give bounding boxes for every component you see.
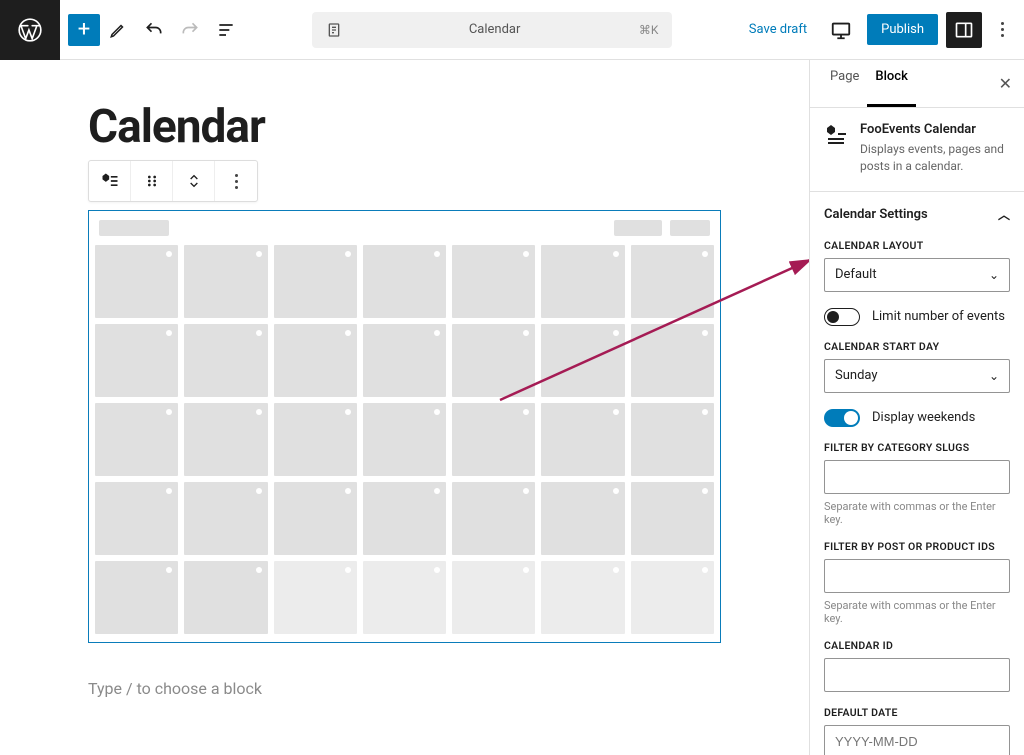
input-default-date[interactable] <box>824 725 1010 755</box>
select-layout[interactable]: Default ⌄ <box>824 258 1010 292</box>
calendar-cell <box>184 324 267 397</box>
cal-view-placeholder <box>670 220 710 236</box>
calendar-cell <box>184 245 267 318</box>
label-category-slugs: FILTER BY CATEGORY SLUGS <box>824 441 1010 454</box>
calendar-cell <box>95 403 178 476</box>
cal-view-placeholder <box>614 220 662 236</box>
label-weekends: Display weekends <box>872 410 975 425</box>
label-calendar-id: CALENDAR ID <box>824 639 1010 652</box>
document-title: Calendar <box>350 22 638 37</box>
help-text: Separate with commas or the Enter key. <box>824 500 1010 526</box>
calendar-cell <box>631 482 714 555</box>
calendar-cell <box>274 245 357 318</box>
block-description: Displays events, pages and posts in a ca… <box>860 141 1010 175</box>
label-post-ids: FILTER BY POST OR PRODUCT IDS <box>824 540 1010 553</box>
calendar-cell <box>541 403 624 476</box>
drag-handle-icon[interactable] <box>131 161 173 201</box>
calendar-cell <box>452 324 535 397</box>
input-calendar-id[interactable] <box>824 658 1010 692</box>
move-updown-icon[interactable] <box>173 161 215 201</box>
calendar-cell <box>452 245 535 318</box>
publish-button[interactable]: Publish <box>867 14 938 45</box>
calendar-cell <box>184 403 267 476</box>
select-start-day[interactable]: Sunday ⌄ <box>824 359 1010 393</box>
edit-tool-icon[interactable] <box>100 6 136 54</box>
close-sidebar-icon[interactable]: ✕ <box>999 74 1012 93</box>
label-start-day: CALENDAR START DAY <box>824 340 1010 353</box>
save-draft-button[interactable]: Save draft <box>741 14 815 45</box>
help-text: Separate with commas or the Enter key. <box>824 599 1010 625</box>
block-name: FooEvents Calendar <box>860 122 1010 137</box>
tab-block[interactable]: Block <box>867 60 915 107</box>
toggle-limit-events[interactable] <box>824 308 860 326</box>
redo-icon[interactable] <box>172 6 208 54</box>
toggle-weekends[interactable] <box>824 409 860 427</box>
sidebar-toggle-button[interactable] <box>946 12 982 48</box>
calendar-cell <box>452 403 535 476</box>
cal-nav-placeholder <box>99 220 169 236</box>
calendar-cell <box>541 482 624 555</box>
calendar-cell <box>184 561 267 634</box>
calendar-cell <box>363 482 446 555</box>
label-default-date: DEFAULT DATE <box>824 706 1010 719</box>
block-type-icon[interactable] <box>89 161 131 201</box>
input-post-ids[interactable] <box>824 559 1010 593</box>
document-chip[interactable]: Calendar ⌘K <box>312 12 672 48</box>
block-toolbar <box>88 160 258 202</box>
calendar-cell <box>363 245 446 318</box>
shortcut-hint: ⌘K <box>639 23 659 37</box>
calendar-cell <box>631 324 714 397</box>
more-options-icon[interactable] <box>990 22 1014 37</box>
calendar-cell <box>631 403 714 476</box>
calendar-cell <box>452 561 535 634</box>
calendar-cell <box>363 561 446 634</box>
calendar-cell <box>363 324 446 397</box>
calendar-cell <box>95 561 178 634</box>
wordpress-logo[interactable] <box>0 0 60 60</box>
calendar-cell <box>274 482 357 555</box>
calendar-cell <box>452 482 535 555</box>
settings-sidebar: Page Block ✕ FooEvents Calendar Displays… <box>809 60 1024 755</box>
preview-icon[interactable] <box>823 6 859 54</box>
calendar-cell <box>95 324 178 397</box>
chevron-up-icon: ︿ <box>998 206 1010 223</box>
undo-icon[interactable] <box>136 6 172 54</box>
calendar-cell <box>541 245 624 318</box>
calendar-cell <box>274 561 357 634</box>
calendar-cell <box>274 324 357 397</box>
section-calendar-settings[interactable]: Calendar Settings ︿ <box>810 192 1024 237</box>
calendar-cell <box>541 561 624 634</box>
tab-page[interactable]: Page <box>822 60 867 107</box>
add-block-button[interactable]: + <box>68 14 100 46</box>
block-more-icon[interactable] <box>215 161 257 201</box>
calendar-cell <box>274 403 357 476</box>
calendar-cell <box>95 482 178 555</box>
list-view-icon[interactable] <box>208 6 244 54</box>
calendar-cell <box>631 245 714 318</box>
chevron-down-icon: ⌄ <box>989 268 999 282</box>
label-limit-events: Limit number of events <box>872 309 1005 324</box>
calendar-cell <box>184 482 267 555</box>
calendar-cell <box>631 561 714 634</box>
chevron-down-icon: ⌄ <box>989 369 999 383</box>
block-inserter-hint[interactable]: Type / to choose a block <box>88 679 721 698</box>
label-layout: CALENDAR LAYOUT <box>824 239 1010 252</box>
calendar-cell <box>541 324 624 397</box>
page-title[interactable]: Calendar <box>88 100 721 154</box>
calendar-block[interactable] <box>88 210 721 643</box>
fooevents-icon <box>824 122 848 146</box>
input-category-slugs[interactable] <box>824 460 1010 494</box>
calendar-cell <box>95 245 178 318</box>
calendar-cell <box>363 403 446 476</box>
